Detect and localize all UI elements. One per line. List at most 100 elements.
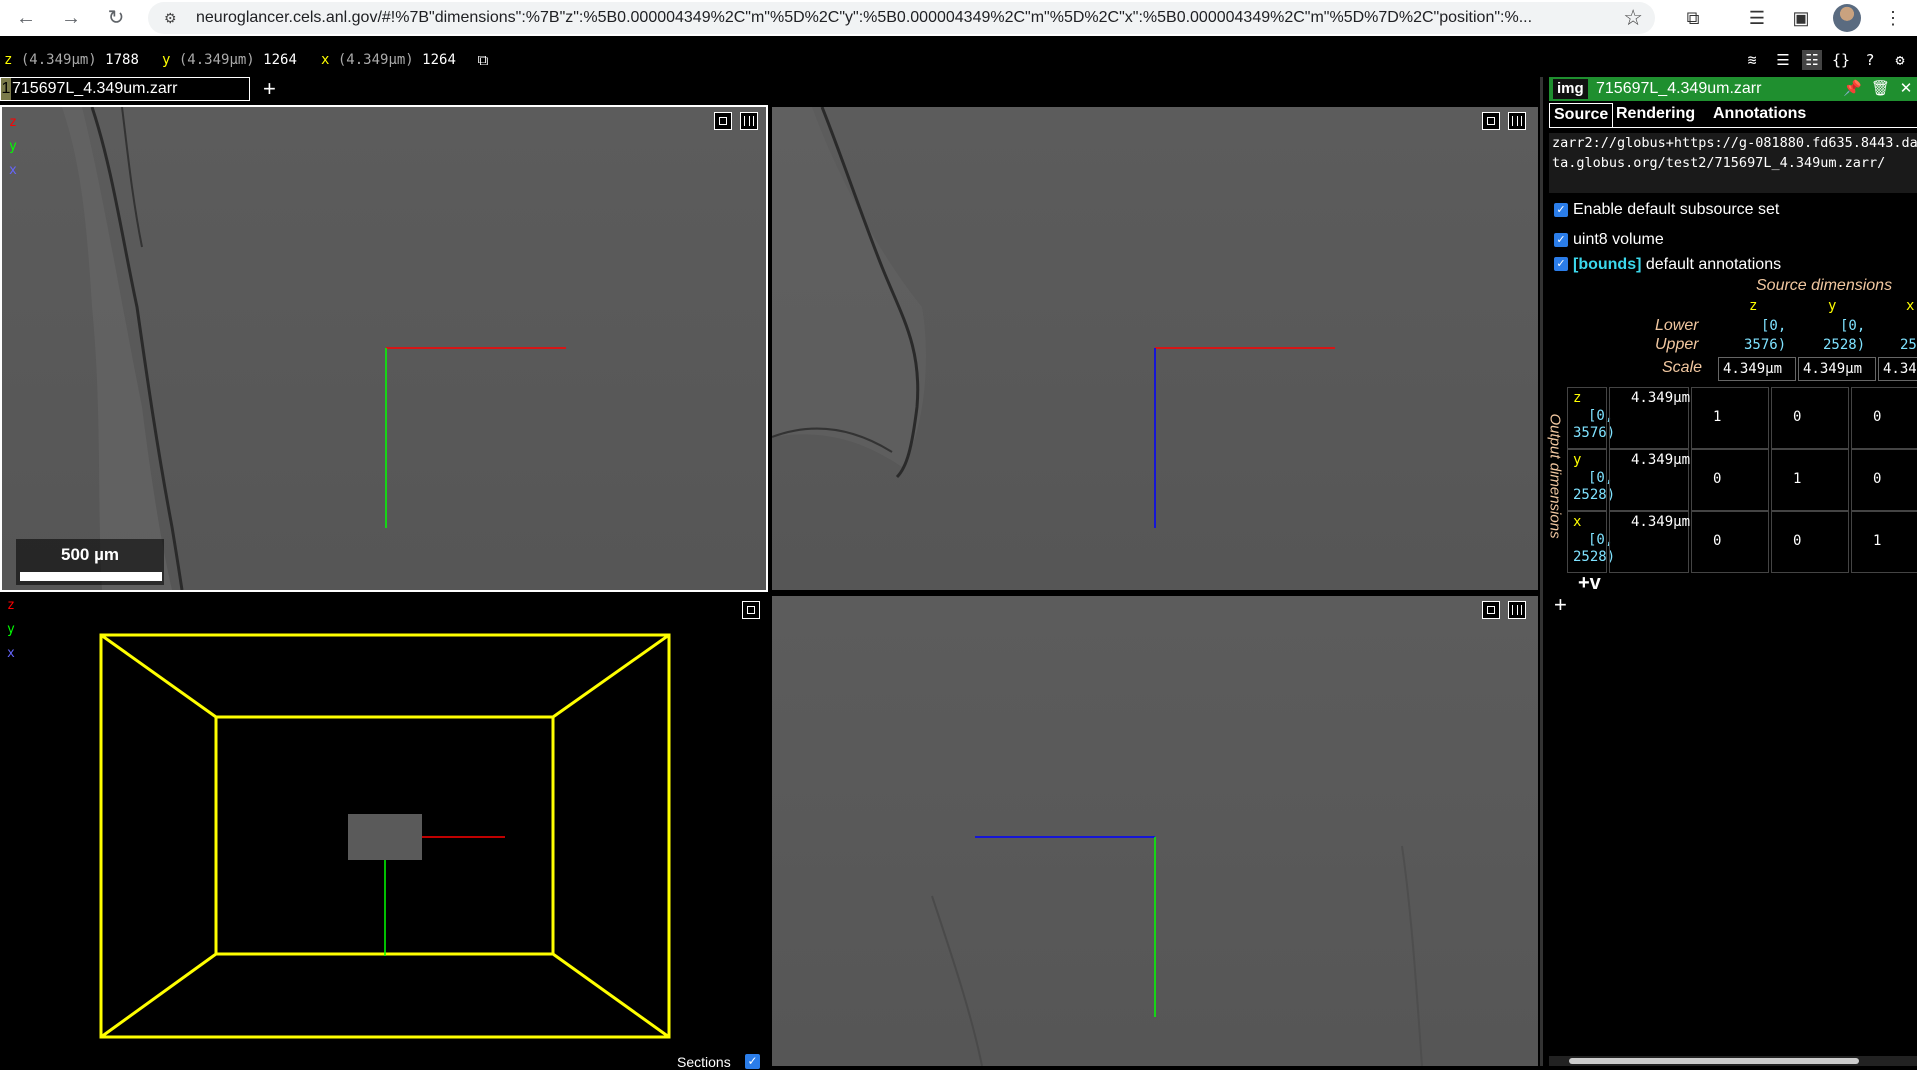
matrix-cell	[1771, 511, 1849, 573]
output-dimensions-label-wrap: Output dimensions	[1540, 410, 1570, 580]
scale-bar-line	[20, 572, 162, 581]
matrix-y-1[interactable]: 1	[1793, 471, 1801, 487]
matrix-y-0[interactable]: 0	[1713, 471, 1721, 487]
side-panel-icon[interactable]: ▣	[1788, 6, 1814, 30]
matrix-cell	[1771, 449, 1849, 511]
menu-icon[interactable]: ⋮	[1880, 6, 1906, 30]
matrix-x-1[interactable]: 0	[1793, 533, 1801, 549]
sections-checkbox[interactable]: ✓	[745, 1054, 760, 1069]
state-json-icon[interactable]: {}	[1831, 50, 1851, 70]
matrix-z-2[interactable]: 0	[1873, 409, 1881, 425]
matrix-cell	[1851, 449, 1917, 511]
matrix-cell	[1851, 387, 1917, 449]
slice-image-xy	[62, 107, 566, 590]
coord-y-value[interactable]: 1264	[263, 52, 297, 68]
help-icon[interactable]: ?	[1860, 50, 1880, 70]
matrix-y-2[interactable]: 0	[1873, 471, 1881, 487]
axis-label-x: x	[7, 646, 15, 661]
copy-position-icon[interactable]: ⧉	[473, 50, 493, 70]
matrix-x-2[interactable]: 1	[1873, 533, 1881, 549]
bookmark-star-icon[interactable]: ☆	[1623, 6, 1643, 30]
sections-label: Sections	[677, 1054, 731, 1070]
axis-label-y: y	[7, 622, 15, 637]
upper-z: 3576)	[1744, 337, 1787, 353]
source-dimensions-label: Source dimensions	[1756, 277, 1893, 294]
out-scale-z[interactable]: 4.349μm	[1631, 390, 1690, 406]
bounds-text: default annotations	[1641, 256, 1782, 273]
coord-z[interactable]: z (4.349μm) 1788	[4, 52, 139, 68]
tab-annotations[interactable]: Annotations	[1709, 103, 1810, 126]
maximize-panel-button[interactable]	[742, 601, 760, 619]
source-scale-x[interactable]: 4.34	[1878, 357, 1917, 381]
coord-z-value[interactable]: 1788	[105, 52, 139, 68]
src-dim-header-x: x	[1906, 298, 1915, 314]
split-panel-button[interactable]	[1508, 601, 1526, 619]
out-scale-x[interactable]: 4.349μm	[1631, 514, 1690, 530]
matrix-z-1[interactable]: 0	[1793, 409, 1801, 425]
matrix-cell	[1691, 511, 1769, 573]
scrollbar-thumb[interactable]	[1569, 1058, 1859, 1064]
browser-toolbar: ← → ↻ ⚙ neuroglancer.cels.anl.gov/#!%7B"…	[0, 0, 1917, 36]
close-icon[interactable]: ✕	[1897, 79, 1915, 99]
extensions-icon[interactable]: ⧉	[1680, 6, 1706, 30]
coord-y-name: y	[162, 52, 171, 68]
coord-x-unit: (4.349μm)	[337, 52, 414, 68]
layer-list-icon[interactable]: ☰	[1773, 50, 1793, 70]
tab-rendering[interactable]: Rendering	[1612, 103, 1699, 126]
coord-y[interactable]: y (4.349μm) 1264	[162, 52, 297, 68]
scale-label: Scale	[1662, 359, 1703, 376]
split-panel-button[interactable]	[1508, 112, 1526, 130]
profile-avatar[interactable]	[1833, 4, 1861, 32]
maximize-panel-button[interactable]	[714, 112, 732, 130]
pin-icon[interactable]: 📌	[1843, 79, 1862, 99]
reload-icon[interactable]: ↻	[104, 6, 128, 30]
add-layer-button[interactable]: +	[263, 77, 276, 101]
matrix-x-0[interactable]: 0	[1713, 533, 1721, 549]
viewer-panel-xy[interactable]: z y x 500 µm	[0, 105, 768, 592]
viewer-panel-yz[interactable]	[772, 596, 1538, 1066]
uint8-volume-checkbox[interactable]: ✓	[1554, 233, 1568, 247]
bounding-box-3d	[99, 633, 671, 1039]
source-url-input[interactable]: zarr2://globus+https://g-081880.fd635.84…	[1549, 133, 1917, 193]
url-text[interactable]: neuroglancer.cels.anl.gov/#!%7B"dimensio…	[196, 2, 1616, 34]
bounds-checkbox[interactable]: ✓	[1554, 257, 1568, 271]
axis-label-z: z	[9, 115, 17, 130]
layer-index: 1	[1, 78, 11, 100]
split-panel-button[interactable]	[740, 112, 758, 130]
layer-name[interactable]: 715697L_4.349um.zarr	[12, 80, 177, 97]
out-scale-y[interactable]: 4.349μm	[1631, 452, 1690, 468]
layer-tab[interactable]: 1715697L_4.349um.zarr	[0, 77, 250, 101]
layers-icon[interactable]: ≋	[1742, 50, 1762, 70]
maximize-panel-button[interactable]	[1482, 112, 1500, 130]
enable-default-checkbox[interactable]: ✓	[1554, 203, 1568, 217]
forward-icon[interactable]: →	[59, 6, 83, 30]
layer-bar: 1715697L_4.349um.zarr +	[0, 77, 1540, 103]
matrix-cell	[1691, 387, 1769, 449]
address-bar[interactable]: ⚙ neuroglancer.cels.anl.gov/#!%7B"dimens…	[148, 2, 1655, 34]
layer-type-tag: img	[1553, 79, 1588, 99]
side-panel-tabs: Source Rendering Annotations	[1549, 103, 1917, 128]
coord-x-value[interactable]: 1264	[422, 52, 456, 68]
maximize-panel-button[interactable]	[1482, 601, 1500, 619]
source-scale-z[interactable]: 4.349μm	[1718, 357, 1796, 381]
matrix-z-0[interactable]: 1	[1713, 409, 1721, 425]
viewer-panel-xz[interactable]	[772, 107, 1538, 590]
selection-panel-icon[interactable]: ☷	[1802, 50, 1822, 70]
out-name-y: y	[1573, 452, 1582, 468]
slice-image-yz	[931, 836, 1423, 1066]
add-output-dimension-button[interactable]: +v	[1578, 572, 1601, 595]
add-source-button[interactable]: +	[1554, 592, 1567, 618]
settings-icon[interactable]: ⚙	[1890, 50, 1910, 70]
side-panel-title[interactable]: 715697L_4.349um.zarr	[1596, 79, 1761, 99]
coord-z-name: z	[4, 52, 13, 68]
reading-list-icon[interactable]: ☰	[1744, 6, 1770, 30]
viewer-panel-3d[interactable]: z y x	[0, 596, 768, 1066]
coord-x[interactable]: x (4.349μm) 1264	[321, 52, 456, 68]
site-info-icon[interactable]: ⚙	[164, 10, 182, 26]
output-dimensions-label: Output dimensions	[1546, 413, 1564, 539]
delete-icon[interactable]: 🗑	[1871, 79, 1890, 99]
source-scale-y[interactable]: 4.349μm	[1798, 357, 1876, 381]
back-icon[interactable]: ←	[14, 6, 38, 30]
tab-source[interactable]: Source	[1549, 103, 1614, 127]
side-panel-scrollbar[interactable]	[1549, 1056, 1917, 1066]
